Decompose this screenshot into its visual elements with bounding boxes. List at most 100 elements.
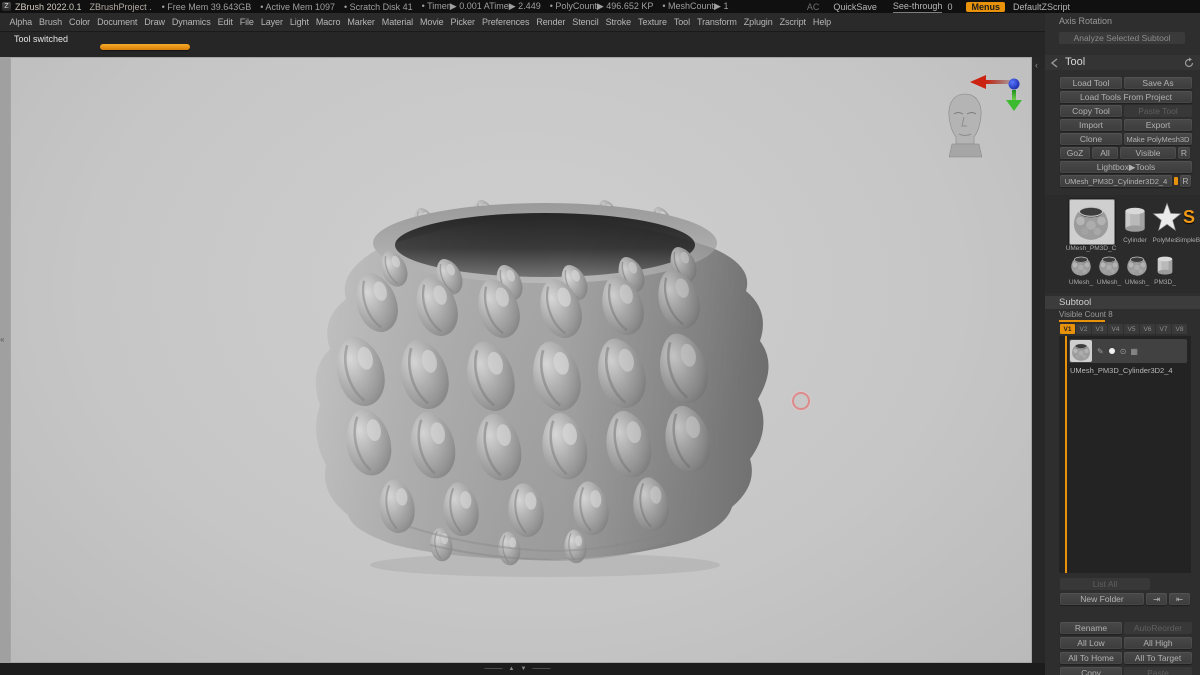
- subtool-tab[interactable]: V3: [1092, 324, 1107, 334]
- menu-item[interactable]: Light: [286, 17, 312, 27]
- menu-item[interactable]: Brush: [36, 17, 66, 27]
- menu-item[interactable]: Document: [94, 17, 141, 27]
- menu-item[interactable]: Preferences: [478, 17, 532, 27]
- recent-tool-thumbnail[interactable]: [1153, 253, 1177, 277]
- see-through-slider[interactable]: See-through: [892, 1, 943, 13]
- menu-item[interactable]: Dynamics: [168, 17, 214, 27]
- stat-meshcount: • MeshCount▶ 1: [662, 1, 729, 11]
- recent-tool-thumbnail[interactable]: [1069, 253, 1093, 277]
- make-polymesh3d-button[interactable]: Make PolyMesh3D: [1124, 133, 1192, 145]
- simplebrush-thumbnail[interactable]: S: [1179, 203, 1199, 231]
- divider-collapse-icon[interactable]: ‹: [1035, 60, 1038, 70]
- load-tools-from-project-button[interactable]: Load Tools From Project: [1060, 91, 1192, 103]
- export-button[interactable]: Export: [1124, 119, 1192, 131]
- right-divider[interactable]: ‹: [1032, 57, 1045, 675]
- polypaint-brush-icon[interactable]: ✎: [1097, 347, 1104, 356]
- menu-item[interactable]: Stroke: [602, 17, 634, 27]
- menu-item[interactable]: Macro: [312, 17, 344, 27]
- visibility-eye-icon[interactable]: [1108, 348, 1115, 354]
- menu-item[interactable]: Draw: [141, 17, 169, 27]
- menu-item[interactable]: Alpha: [6, 17, 36, 27]
- goz-all-button[interactable]: All: [1092, 147, 1118, 159]
- brush-cursor: [792, 392, 810, 410]
- menu-item[interactable]: Marker: [344, 17, 378, 27]
- material-preview-head[interactable]: [938, 90, 993, 160]
- ac-label: AC: [806, 1, 820, 12]
- left-tray[interactable]: «: [0, 57, 10, 663]
- cylinder-tool-thumbnail[interactable]: [1119, 203, 1151, 235]
- simplebrush-icon: S: [1182, 206, 1195, 227]
- menu-item[interactable]: Color: [66, 17, 94, 27]
- menu-item[interactable]: Edit: [214, 17, 236, 27]
- subtool-item-thumbnail[interactable]: [1070, 340, 1092, 362]
- menu-item[interactable]: Material: [378, 17, 416, 27]
- new-folder-button[interactable]: New Folder: [1060, 593, 1144, 605]
- tray-collapse-icon[interactable]: «: [0, 335, 4, 344]
- subtool-tab[interactable]: V2: [1076, 324, 1091, 334]
- save-as-button[interactable]: Save As: [1124, 77, 1192, 89]
- all-to-home-button[interactable]: All To Home: [1060, 652, 1122, 664]
- pot-model[interactable]: [10, 57, 1032, 663]
- paste-tool-button: Paste Tool: [1124, 105, 1192, 117]
- goz-visible-button[interactable]: Visible: [1120, 147, 1176, 159]
- subtool-tab[interactable]: V6: [1140, 324, 1155, 334]
- lightbox-drag-bar[interactable]: [100, 44, 190, 50]
- app-title: ZBrush 2022.0.1: [15, 1, 82, 12]
- default-zscript-button[interactable]: DefaultZScript: [1013, 2, 1070, 12]
- menu-item[interactable]: Zscript: [776, 17, 809, 27]
- load-tool-button[interactable]: Load Tool: [1060, 77, 1122, 89]
- goz-r-button[interactable]: R: [1178, 147, 1190, 159]
- tool-palette-header[interactable]: Tool: [1045, 55, 1200, 70]
- menus-toggle-button[interactable]: Menus: [966, 1, 1005, 12]
- uv-grid-icon[interactable]: ▦: [1130, 347, 1138, 356]
- menu-item[interactable]: Layer: [257, 17, 286, 27]
- menu-item[interactable]: Zplugin: [740, 17, 776, 27]
- all-high-button[interactable]: All High: [1124, 637, 1192, 649]
- scroll-up-icon[interactable]: ▲: [509, 666, 515, 672]
- menu-item[interactable]: File: [236, 17, 257, 27]
- clone-button[interactable]: Clone: [1060, 133, 1122, 145]
- menu-item[interactable]: Tool: [670, 17, 693, 27]
- axis-rotation-title: Axis Rotation: [1059, 16, 1113, 26]
- back-arrow-icon[interactable]: [1049, 57, 1061, 69]
- menu-item[interactable]: Texture: [635, 17, 671, 27]
- quicksave-button[interactable]: QuickSave: [833, 2, 877, 12]
- all-to-target-button[interactable]: All To Target: [1124, 652, 1192, 664]
- document-canvas[interactable]: [10, 57, 1032, 663]
- scroll-down-icon[interactable]: ▼: [521, 666, 527, 672]
- subtool-scroll-indicator[interactable]: [1065, 336, 1067, 573]
- goz-button[interactable]: GoZ: [1060, 147, 1090, 159]
- rename-button[interactable]: Rename: [1060, 622, 1122, 634]
- menu-item[interactable]: Movie: [417, 17, 448, 27]
- move-into-folder-icon[interactable]: ⇥: [1146, 593, 1167, 605]
- current-tool-thumbnail[interactable]: [1069, 199, 1115, 245]
- polypaint-target-icon[interactable]: ⊙: [1120, 347, 1127, 356]
- thumbnail-label: UMesh_: [1068, 279, 1094, 286]
- menu-item[interactable]: Transform: [694, 17, 741, 27]
- copy-subtool-button[interactable]: Copy: [1060, 667, 1122, 675]
- recent-tool-thumbnail[interactable]: [1097, 253, 1121, 277]
- move-out-of-folder-icon[interactable]: ⇤: [1169, 593, 1190, 605]
- y-axis-arrow: [1006, 100, 1022, 111]
- menu-item[interactable]: Help: [809, 17, 834, 27]
- menu-item[interactable]: Render: [533, 17, 569, 27]
- current-tool-button[interactable]: UMesh_PM3D_Cylinder3D2_4: [1060, 175, 1172, 187]
- subtool-section-header[interactable]: Subtool: [1045, 296, 1200, 309]
- subtool-item[interactable]: ✎ ⊙ ▦: [1069, 339, 1187, 363]
- menu-item[interactable]: Picker: [447, 17, 478, 27]
- lightbox-tools-button[interactable]: Lightbox▶Tools: [1060, 161, 1192, 173]
- subtool-tab[interactable]: V1: [1060, 324, 1075, 334]
- copy-tool-button[interactable]: Copy Tool: [1060, 105, 1122, 117]
- subtool-tab[interactable]: V8: [1172, 324, 1187, 334]
- menu-item[interactable]: Stencil: [569, 17, 602, 27]
- current-tool-r-button[interactable]: R: [1180, 175, 1191, 187]
- subtool-tab[interactable]: V5: [1124, 324, 1139, 334]
- analyze-selected-subtool-button[interactable]: Analyze Selected Subtool: [1059, 32, 1185, 44]
- subtool-tab[interactable]: V7: [1156, 324, 1171, 334]
- reset-icon[interactable]: [1183, 57, 1195, 69]
- import-button[interactable]: Import: [1060, 119, 1122, 131]
- subtool-tab[interactable]: V4: [1108, 324, 1123, 334]
- all-low-button[interactable]: All Low: [1060, 637, 1122, 649]
- zbrush-window: Z ZBrush 2022.0.1 ZBrushProject . • Free…: [0, 0, 1200, 675]
- recent-tool-thumbnail[interactable]: [1125, 253, 1149, 277]
